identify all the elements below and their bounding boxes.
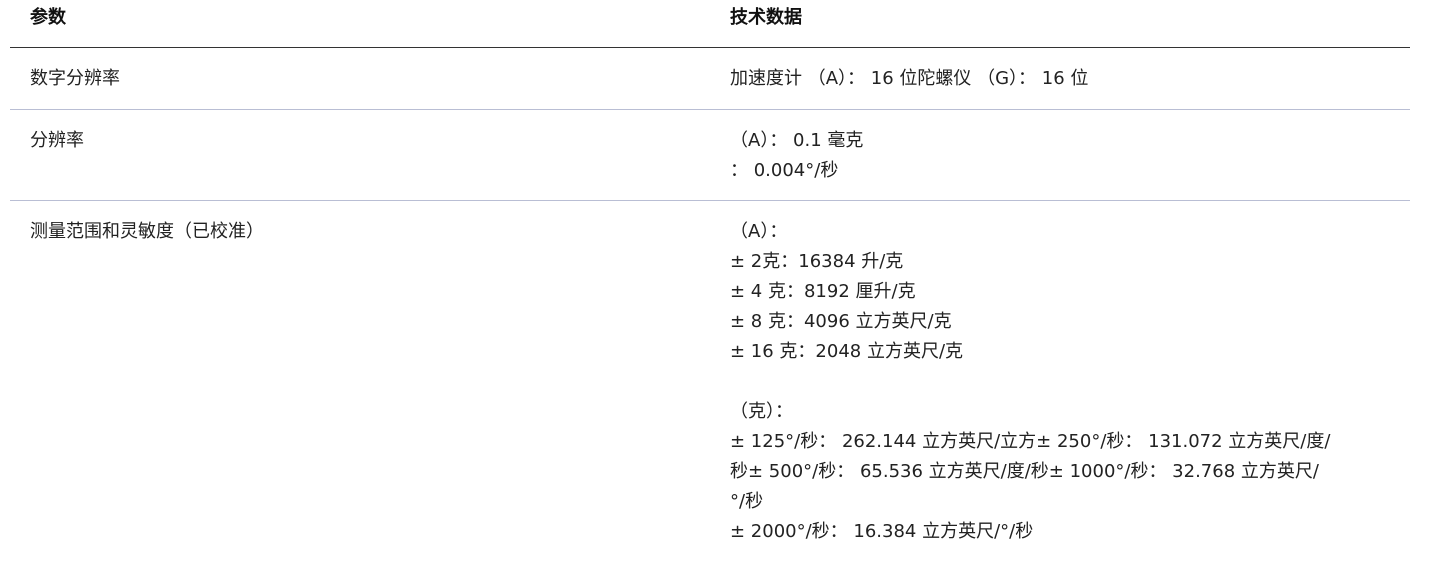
value-line: °/秒: [730, 491, 764, 512]
row-parameter: 测量范围和灵敏度（已校准）: [30, 221, 264, 242]
row-value: 加速度计 （A）： 16 位陀螺仪 （G）： 16 位: [710, 48, 1410, 109]
header-technical-data: 技术数据: [730, 7, 802, 28]
value-line: ± 8 克：4096 立方英尺/克: [730, 311, 952, 332]
value-line: 加速度计 （A）： 16 位陀螺仪 （G）： 16 位: [730, 68, 1089, 89]
table-row: 数字分辨率 加速度计 （A）： 16 位陀螺仪 （G）： 16 位: [10, 48, 1410, 110]
value-line: ± 2000°/秒： 16.384 立方英尺/°/秒: [730, 521, 1034, 542]
value-line: 秒± 500°/秒： 65.536 立方英尺/度/秒± 1000°/秒： 32.…: [730, 461, 1319, 482]
table-row: 分辨率 （A）： 0.1 毫克 ： 0.004°/秒: [10, 110, 1410, 201]
spec-table: 参数 技术数据 数字分辨率 加速度计 （A）： 16 位陀螺仪 （G）： 16 …: [10, 0, 1410, 561]
row-value: （A）： ± 2克：16384 升/克 ± 4 克：8192 厘升/克 ± 8 …: [710, 201, 1410, 561]
table-row: 测量范围和灵敏度（已校准） （A）： ± 2克：16384 升/克 ± 4 克：…: [10, 201, 1410, 561]
table-header: 参数 技术数据: [10, 0, 1410, 48]
row-parameter: 数字分辨率: [30, 68, 120, 89]
row-value: （A）： 0.1 毫克 ： 0.004°/秒: [710, 110, 1410, 200]
value-line: ± 125°/秒： 262.144 立方英尺/立方± 250°/秒： 131.0…: [730, 431, 1331, 452]
value-line: ± 16 克：2048 立方英尺/克: [730, 341, 964, 362]
value-line: （克）：: [730, 401, 793, 422]
value-line: （A）： 0.1 毫克: [730, 130, 864, 151]
value-line: ± 4 克：8192 厘升/克: [730, 281, 916, 302]
value-line: ： 0.004°/秒: [730, 160, 839, 181]
row-parameter: 分辨率: [30, 130, 84, 151]
value-line: ± 2克：16384 升/克: [730, 251, 904, 272]
header-parameter: 参数: [30, 7, 66, 28]
value-line: （A）：: [730, 221, 788, 242]
